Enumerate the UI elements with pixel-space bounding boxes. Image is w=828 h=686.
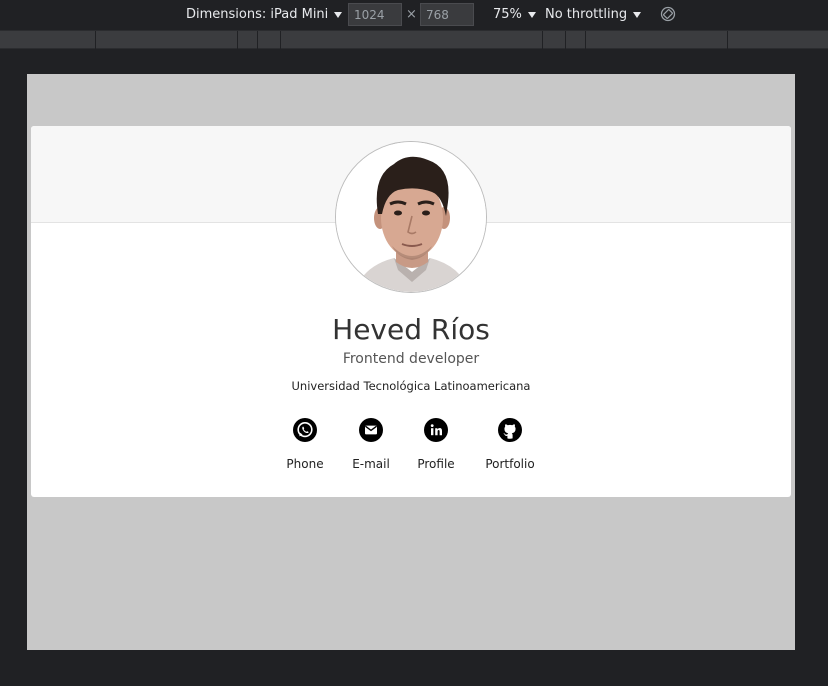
chevron-down-icon — [527, 12, 536, 18]
device-viewport: Heved Ríos Frontend developer Universida… — [27, 74, 795, 650]
profile-photo — [336, 142, 486, 292]
device-dimensions-label: Dimensions: iPad Mini — [186, 7, 329, 22]
ruler-tick — [257, 31, 258, 50]
times-separator: × — [406, 7, 417, 22]
rotate-icon[interactable] — [660, 6, 676, 22]
chevron-down-icon — [334, 12, 343, 18]
link-label: E-mail — [352, 457, 390, 471]
profile-name: Heved Ríos — [332, 313, 490, 346]
ruler-tick — [542, 31, 543, 50]
zoom-label: 75% — [493, 7, 522, 22]
throttling-dropdown[interactable]: No throttling — [545, 7, 642, 22]
profile-role: Frontend developer — [342, 351, 480, 367]
ruler-tick — [280, 31, 281, 50]
avatar — [335, 141, 487, 293]
ruler-tick — [727, 31, 728, 50]
ruler-tick — [237, 31, 238, 50]
link-label: Portfolio — [485, 457, 535, 471]
device-toolbar: Dimensions: iPad Mini × 75% No throttlin… — [0, 0, 828, 30]
whatsapp-icon — [293, 418, 317, 442]
profile-organization: Universidad Tecnológica Latinoamericana — [291, 379, 531, 393]
github-icon — [498, 418, 522, 442]
email-icon — [359, 418, 383, 442]
contact-links: Phone E-mail Profile Portfolio — [31, 417, 791, 477]
profile-card: Heved Ríos Frontend developer Universida… — [31, 126, 791, 497]
ruler-tick — [585, 31, 586, 50]
chevron-down-icon — [633, 12, 642, 18]
throttling-label: No throttling — [545, 7, 628, 22]
linkedin-link[interactable]: Profile — [416, 417, 456, 471]
width-input[interactable] — [348, 3, 402, 26]
zoom-dropdown[interactable]: 75% — [493, 7, 536, 22]
link-label: Profile — [417, 457, 455, 471]
height-input[interactable] — [420, 3, 474, 26]
linkedin-icon — [424, 418, 448, 442]
ruler-tick — [95, 31, 96, 50]
portfolio-link[interactable]: Portfolio — [480, 417, 540, 471]
ruler-tick — [565, 31, 566, 50]
media-query-bar[interactable] — [0, 30, 828, 50]
link-label: Phone — [286, 457, 324, 471]
device-dimensions-dropdown[interactable]: Dimensions: iPad Mini — [186, 7, 343, 22]
phone-link[interactable]: Phone — [285, 417, 325, 471]
email-link[interactable]: E-mail — [351, 417, 391, 471]
